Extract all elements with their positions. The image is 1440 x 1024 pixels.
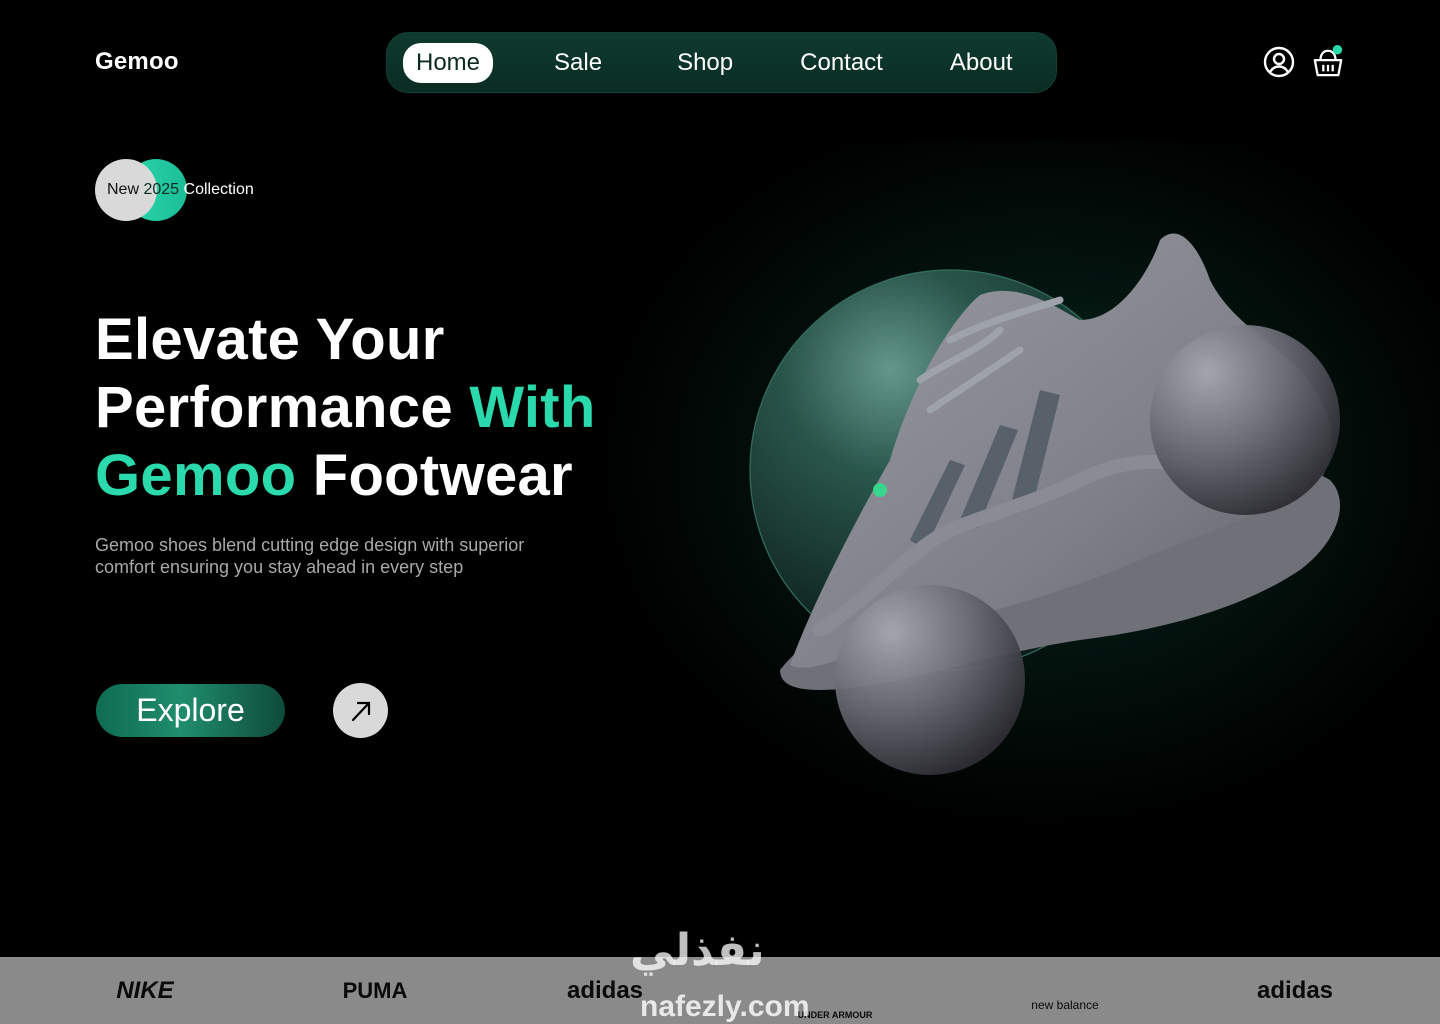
- watermark-arabic: نفذلي: [630, 926, 765, 975]
- small-sphere-right: [1150, 325, 1340, 515]
- headline-accent-with: With: [469, 375, 596, 440]
- watermark-url: nafezly.com: [640, 990, 810, 1023]
- badge-new: New: [107, 181, 140, 198]
- badge-year: 2025: [143, 181, 180, 198]
- brand-new-balance-logo: new balance: [1031, 998, 1099, 1012]
- main-nav: Home Sale Shop Contact About: [386, 32, 1057, 93]
- user-circle-icon[interactable]: [1263, 45, 1295, 79]
- headline-line-2: Performance: [95, 375, 470, 440]
- collection-badge: New 2025 Collection: [95, 159, 355, 221]
- hero-headline: Elevate Your Performance With Gemoo Foot…: [95, 306, 596, 510]
- shopping-basket-icon[interactable]: [1312, 45, 1344, 79]
- headline-accent-gemoo: Gemoo: [95, 443, 297, 508]
- nav-shop[interactable]: Shop: [677, 43, 733, 83]
- nav-about[interactable]: About: [950, 43, 1013, 83]
- badge-text: New 2025 Collection: [107, 181, 254, 199]
- badge-collection: Collection: [183, 181, 254, 198]
- brand-nike-logo: NIKE: [116, 976, 174, 1004]
- sneaker-illustration: [749, 233, 1340, 775]
- shoe-green-accent: [873, 483, 887, 497]
- headline-line-1: Elevate Your: [95, 307, 445, 372]
- explore-button[interactable]: Explore: [96, 684, 285, 737]
- brand-puma-logo: PUMA: [342, 977, 408, 1003]
- brand-adidas-logo-2: adidas: [1256, 976, 1334, 1004]
- hero-description: Gemoo shoes blend cutting edge design wi…: [95, 535, 525, 577]
- nav-sale[interactable]: Sale: [554, 43, 602, 83]
- brand-logo[interactable]: Gemoo: [95, 48, 179, 76]
- nav-home[interactable]: Home: [403, 42, 494, 83]
- arrow-up-right-icon[interactable]: [333, 683, 388, 738]
- headline-line-3: Footwear: [296, 443, 573, 508]
- nav-contact[interactable]: Contact: [800, 43, 883, 83]
- small-sphere-bottom: [835, 585, 1025, 775]
